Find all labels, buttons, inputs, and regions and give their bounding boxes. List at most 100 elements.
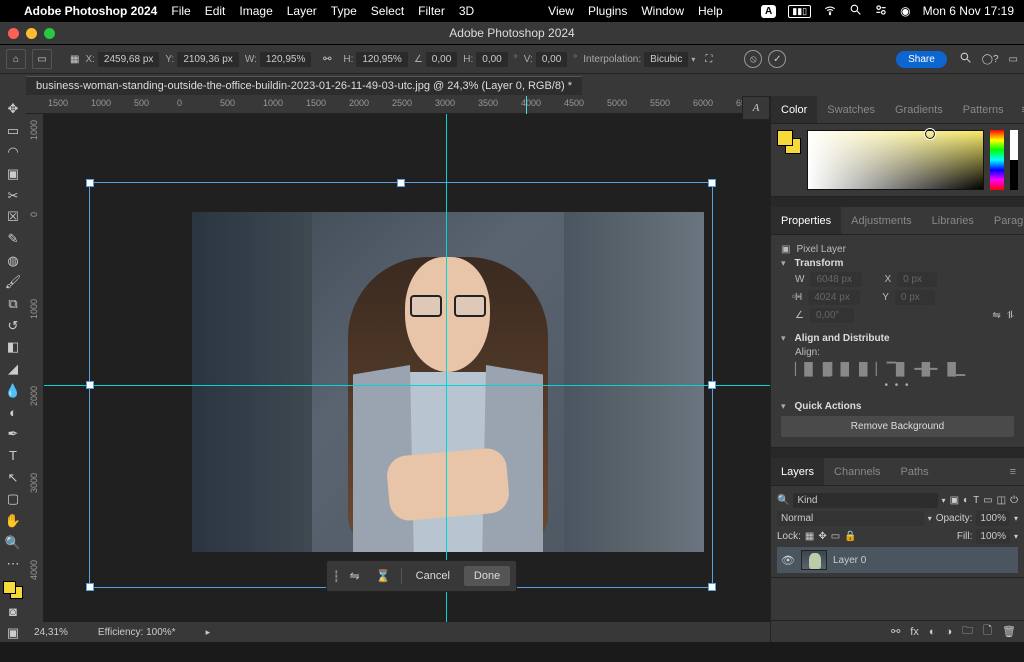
tab-channels[interactable]: Channels (824, 458, 890, 485)
move-tool-icon[interactable]: ✥ (3, 100, 23, 118)
help-icon[interactable]: ◯? (982, 54, 999, 65)
menu-window[interactable]: Window (641, 4, 684, 18)
transform-handle[interactable] (86, 583, 94, 591)
panel-menu-icon[interactable]: ≡ (1014, 104, 1024, 116)
color-picker[interactable] (807, 130, 984, 190)
remove-background-button[interactable]: Remove Background (781, 416, 1014, 437)
share-button[interactable]: Share (896, 51, 947, 68)
flip-horizontal-icon[interactable]: ⇋ (344, 565, 366, 587)
keyboard-input-icon[interactable]: A (761, 5, 776, 18)
transform-handle[interactable] (708, 583, 716, 591)
cancel-button[interactable]: Cancel (406, 566, 460, 586)
menu-plugins[interactable]: Plugins (588, 4, 627, 18)
path-select-tool-icon[interactable]: ↖ (3, 469, 23, 487)
blend-mode[interactable]: Normal (777, 511, 924, 526)
new-layer-icon[interactable]: 🗋 (983, 622, 992, 641)
align-bottom-icon[interactable]: █▁ (947, 362, 965, 376)
vskew-value[interactable]: 0,00 (536, 52, 567, 67)
align-top-icon[interactable]: ▔█ (887, 362, 905, 376)
efficiency[interactable]: Efficiency: 100%* (98, 627, 176, 638)
tab-layers[interactable]: Layers (771, 458, 824, 485)
lock-all-icon[interactable]: 🔒 (844, 531, 856, 542)
menu-layer[interactable]: Layer (287, 4, 317, 18)
menu-filter[interactable]: Filter (418, 4, 445, 18)
fill-value[interactable]: 100% (976, 529, 1010, 544)
blur-tool-icon[interactable]: 💧 (3, 382, 23, 400)
close-window-icon[interactable] (8, 28, 19, 39)
tab-paths[interactable]: Paths (891, 458, 939, 485)
more-align-icon[interactable]: • • • (781, 380, 1014, 391)
tab-libraries[interactable]: Libraries (922, 207, 984, 234)
tab-swatches[interactable]: Swatches (817, 96, 885, 123)
filter-toggle-icon[interactable]: ⏻ (1010, 495, 1018, 506)
opacity-value[interactable]: 100% (976, 511, 1010, 526)
transform-section-header[interactable]: Transform (795, 258, 844, 269)
quick-mask-icon[interactable]: ◙ (3, 603, 23, 621)
cancel-transform-icon[interactable]: ⦸ (744, 50, 762, 68)
transform-handle[interactable] (397, 179, 405, 187)
flip-h-icon[interactable]: ⇋ (992, 310, 1000, 321)
tab-color[interactable]: Color (771, 96, 817, 123)
x-value[interactable]: 2459,68 px (98, 52, 160, 67)
hand-tool-icon[interactable]: ✋ (3, 512, 23, 530)
adjustment-icon[interactable]: ◑ (946, 626, 953, 638)
filter-smart-icon[interactable]: ◫ (997, 495, 1006, 506)
tab-patterns[interactable]: Patterns (953, 96, 1014, 123)
ref-point-icon[interactable]: ▦ (70, 54, 79, 65)
link-wh-icon[interactable]: ⚯ (317, 54, 337, 65)
x-input[interactable]: 0 px (897, 272, 937, 287)
color-swatch-tool[interactable] (3, 581, 23, 599)
commit-transform-icon[interactable]: ✓ (768, 50, 786, 68)
history-brush-tool-icon[interactable]: ↺ (3, 317, 23, 335)
align-right-icon[interactable]: █▕ (859, 362, 877, 376)
search-app-icon[interactable] (959, 51, 972, 67)
pen-tool-icon[interactable]: ✒ (3, 425, 23, 443)
hskew-value[interactable]: 0,00 (476, 52, 507, 67)
angle-input[interactable]: 0,00° (810, 308, 854, 323)
shape-tool-icon[interactable]: ▢ (3, 490, 23, 508)
lock-pixels-icon[interactable]: ▦ (805, 531, 814, 542)
preset-icon[interactable]: ▭ (32, 49, 52, 69)
tab-gradients[interactable]: Gradients (885, 96, 953, 123)
filter-pixel-icon[interactable]: ▣ (950, 495, 959, 506)
clone-stamp-tool-icon[interactable]: ⧉ (3, 295, 23, 313)
flip-v-icon[interactable]: ⥮ (1007, 310, 1014, 321)
clock[interactable]: Mon 6 Nov 17:19 (923, 4, 1014, 18)
hue-slider[interactable] (990, 130, 1004, 190)
healing-tool-icon[interactable]: ◍ (3, 252, 23, 270)
transform-handle[interactable] (86, 381, 94, 389)
link-layers-icon[interactable]: ⚯ (891, 625, 900, 638)
protect-content-icon[interactable]: ⌛ (370, 565, 397, 587)
bw-swatches[interactable] (1010, 130, 1018, 190)
gradient-tool-icon[interactable]: ◢ (3, 360, 23, 378)
menu-select[interactable]: Select (371, 4, 404, 18)
w-input[interactable]: 6048 px (810, 272, 862, 287)
layer-item[interactable]: 👁 Layer 0 (777, 547, 1018, 573)
battery-icon[interactable]: ▮▮▯ (788, 5, 811, 18)
warp-icon[interactable]: ⛶ (705, 54, 712, 65)
filter-adjust-icon[interactable]: ◐ (963, 495, 969, 506)
minimize-window-icon[interactable] (26, 28, 37, 39)
horizontal-ruler[interactable]: 1500 1000 500 0 500 1000 1500 2000 2500 … (26, 96, 770, 114)
app-name[interactable]: Adobe Photoshop 2024 (24, 4, 157, 18)
panel-menu-icon[interactable]: ≡ (1002, 466, 1024, 478)
type-tool-icon[interactable]: T (3, 447, 23, 465)
h-value[interactable]: 120,95% (356, 52, 407, 67)
wifi-icon[interactable] (823, 3, 837, 20)
collapsed-character-panel-icon[interactable]: A (742, 96, 770, 120)
align-hcenter-icon[interactable]: █▏█ (823, 362, 849, 376)
angle-value[interactable]: 0,00 (426, 52, 457, 67)
group-icon[interactable]: 🗀 (962, 622, 973, 641)
control-center-icon[interactable] (874, 3, 888, 20)
eraser-tool-icon[interactable]: ◧ (3, 339, 23, 357)
workspace-icon[interactable]: ▭ (1009, 54, 1018, 65)
eyedropper-tool-icon[interactable]: ✎ (3, 230, 23, 248)
menu-view[interactable]: View (548, 4, 574, 18)
siri-icon[interactable]: ◉ (900, 4, 910, 18)
brush-tool-icon[interactable]: 🖌 (3, 274, 23, 292)
filter-type-icon[interactable]: T (973, 495, 979, 506)
object-select-tool-icon[interactable]: ▣ (3, 165, 23, 183)
zoom-tool-icon[interactable]: 🔍 (3, 534, 23, 552)
lock-position-icon[interactable]: ✥ (818, 531, 826, 542)
search-icon[interactable] (849, 3, 862, 19)
